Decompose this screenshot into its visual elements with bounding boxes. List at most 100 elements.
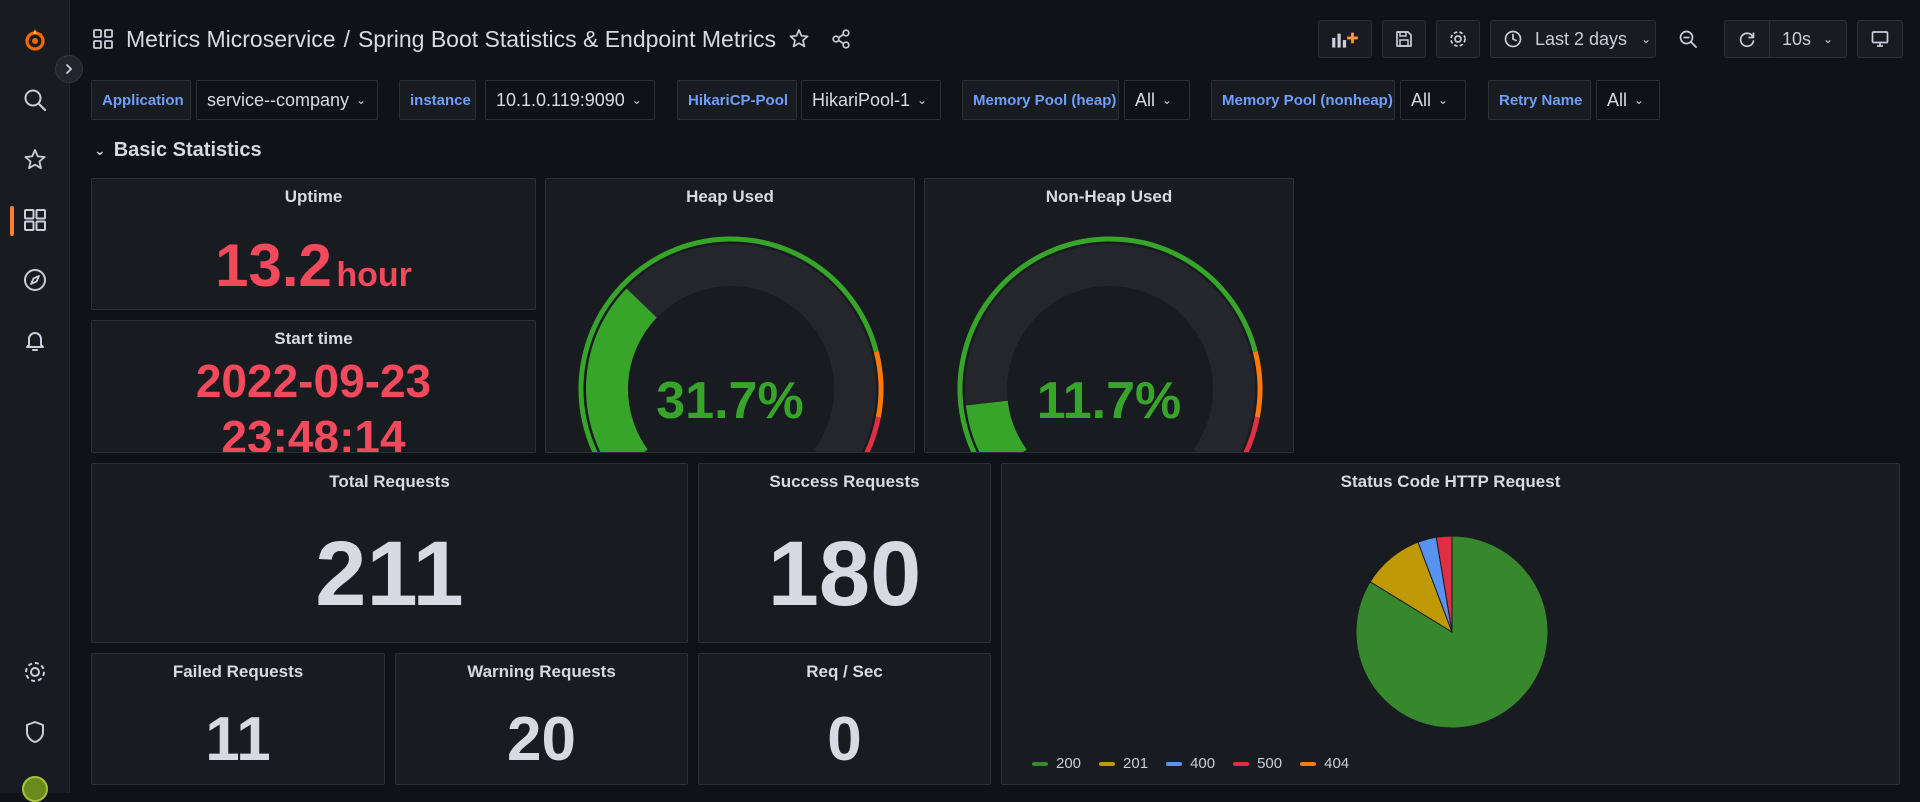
refresh-interval-label: 10s xyxy=(1782,28,1812,49)
chevron-down-icon: ⌄ xyxy=(1641,32,1652,46)
zoom-out-icon xyxy=(1679,30,1697,48)
mark-favorite-star-icon[interactable] xyxy=(788,28,810,50)
variable-label-memory-pool-heap: Memory Pool (heap) xyxy=(962,80,1119,120)
variable-select-application[interactable]: service--company ⌄ xyxy=(196,80,378,120)
zoom-out-button[interactable] xyxy=(1666,20,1710,58)
share-icon[interactable] xyxy=(830,28,852,50)
variable-label-instance: instance xyxy=(399,80,476,120)
legend-label: 200 xyxy=(1056,755,1082,772)
chevron-down-icon: ⌄ xyxy=(356,93,367,107)
dashboard-title[interactable]: Spring Boot Statistics & Endpoint Metric… xyxy=(358,26,776,53)
req-per-sec-value: 0 xyxy=(827,705,862,774)
expand-sidebar-button[interactable] xyxy=(55,55,83,83)
legend-swatch xyxy=(1300,761,1317,766)
legend-item-201[interactable]: 201 xyxy=(1099,755,1148,772)
variable-value: All xyxy=(1135,89,1156,110)
server-admin-shield-icon[interactable] xyxy=(19,716,51,748)
breadcrumb: Metrics Microservice / Spring Boot Stati… xyxy=(92,22,852,56)
refresh-interval-picker[interactable]: 10s ⌄ xyxy=(1769,20,1847,58)
panel-total-requests[interactable]: Total Requests 211 xyxy=(91,463,688,643)
panel-title: Warning Requests xyxy=(467,662,616,681)
panel-uptime[interactable]: Uptime 13.2 hour xyxy=(91,178,536,310)
add-panel-icon xyxy=(1332,32,1358,48)
legend-swatch xyxy=(1099,761,1116,766)
uptime-stat: 13.2 hour xyxy=(92,231,535,300)
start-clock-value: 23:48:14 xyxy=(221,411,406,453)
start-time-stat: 2022-09-23 23:48:14 xyxy=(92,353,535,453)
panel-title: Failed Requests xyxy=(172,662,304,681)
panel-success-requests[interactable]: Success Requests 180 xyxy=(698,463,991,643)
search-icon[interactable] xyxy=(19,84,51,116)
row-title: Basic Statistics xyxy=(113,138,262,161)
panel-warning-requests[interactable]: Warning Requests 20 xyxy=(395,653,688,785)
dashboard-navbar: Metrics Microservice / Spring Boot Stati… xyxy=(70,0,1920,78)
non-heap-used-value: 11.7% xyxy=(1036,372,1182,430)
uptime-unit: hour xyxy=(336,256,412,294)
grafana-logo-icon[interactable] xyxy=(19,24,51,56)
status-code-pie-chart xyxy=(1355,535,1549,729)
legend-item-404[interactable]: 404 xyxy=(1300,755,1349,772)
legend-label: 404 xyxy=(1324,755,1350,772)
chevron-down-icon: ⌄ xyxy=(94,141,106,158)
chevron-down-icon: ⌄ xyxy=(631,93,642,107)
add-panel-button[interactable] xyxy=(1318,20,1372,58)
user-avatar[interactable] xyxy=(22,776,48,802)
alerting-bell-icon[interactable] xyxy=(19,324,51,356)
chevron-right-icon xyxy=(66,64,73,74)
start-date-value: 2022-09-23 xyxy=(195,355,432,407)
legend-item-400[interactable]: 400 xyxy=(1166,755,1215,772)
heap-used-value: 31.7% xyxy=(656,372,804,430)
panel-title: Uptime xyxy=(284,187,343,206)
variable-value: service--company xyxy=(207,89,350,110)
variable-value: 10.1.0.119:9090 xyxy=(496,89,625,110)
dashboard-settings-button[interactable] xyxy=(1436,20,1480,58)
variable-label-retry-name: Retry Name xyxy=(1488,80,1591,120)
cycle-view-mode-button[interactable] xyxy=(1857,20,1903,58)
variable-value: HikariPool-1 xyxy=(812,89,911,110)
settings-gear-icon xyxy=(1450,31,1466,47)
legend-swatch xyxy=(1166,761,1183,766)
variable-label-memory-pool-nonheap: Memory Pool (nonheap) xyxy=(1211,80,1395,120)
dashboards-icon[interactable] xyxy=(19,204,51,236)
active-nav-indicator xyxy=(10,206,14,236)
panel-status-code-http-request[interactable]: Status Code HTTP Request 200 201 400 500 404 xyxy=(1001,463,1900,785)
panel-title: Total Requests xyxy=(329,472,450,491)
folder-link[interactable]: Metrics Microservice xyxy=(126,26,336,53)
chevron-down-icon: ⌄ xyxy=(1438,93,1449,107)
explore-compass-icon[interactable] xyxy=(19,264,51,296)
variable-select-hikaricp-pool[interactable]: HikariPool-1 ⌄ xyxy=(801,80,941,120)
dashboard-grid-icon xyxy=(93,29,113,49)
panel-non-heap-used[interactable]: Non-Heap Used 11.7% xyxy=(924,178,1294,453)
save-dashboard-button[interactable] xyxy=(1382,20,1426,58)
refresh-icon xyxy=(1739,32,1755,48)
panel-req-per-sec[interactable]: Req / Sec 0 xyxy=(698,653,991,785)
legend-item-200[interactable]: 200 xyxy=(1032,755,1081,772)
configuration-gear-icon[interactable] xyxy=(19,656,51,688)
variable-select-retry-name[interactable]: All ⌄ xyxy=(1596,80,1660,120)
warning-requests-value: 20 xyxy=(507,705,576,774)
panel-failed-requests[interactable]: Failed Requests 11 xyxy=(91,653,385,785)
legend-swatch xyxy=(1233,761,1250,766)
time-range-label: Last 2 days xyxy=(1535,28,1628,49)
panel-start-time[interactable]: Start time 2022-09-23 23:48:14 xyxy=(91,320,536,453)
clock-icon xyxy=(1504,30,1522,48)
panel-title: Req / Sec xyxy=(806,662,883,681)
total-requests-value: 211 xyxy=(315,523,464,625)
variable-value: All xyxy=(1411,89,1432,110)
legend-swatch xyxy=(1032,761,1048,766)
variable-select-instance[interactable]: 10.1.0.119:9090 ⌄ xyxy=(485,80,655,120)
failed-requests-value: 11 xyxy=(205,705,271,774)
row-basic-statistics[interactable]: ⌄ Basic Statistics xyxy=(94,136,262,164)
legend-label: 201 xyxy=(1123,755,1149,772)
refresh-button[interactable] xyxy=(1724,20,1770,58)
time-range-picker[interactable]: Last 2 days ⌄ xyxy=(1490,20,1656,58)
breadcrumb-separator: / xyxy=(343,25,350,52)
save-icon xyxy=(1396,31,1412,47)
variable-select-memory-pool-heap[interactable]: All ⌄ xyxy=(1124,80,1190,120)
legend-item-500[interactable]: 500 xyxy=(1233,755,1282,772)
legend-label: 500 xyxy=(1257,755,1283,772)
uptime-value: 13.2 xyxy=(215,232,332,299)
panel-heap-used[interactable]: Heap Used 31.7% xyxy=(545,178,915,453)
starred-icon[interactable] xyxy=(19,144,51,176)
variable-select-memory-pool-nonheap[interactable]: All ⌄ xyxy=(1400,80,1466,120)
